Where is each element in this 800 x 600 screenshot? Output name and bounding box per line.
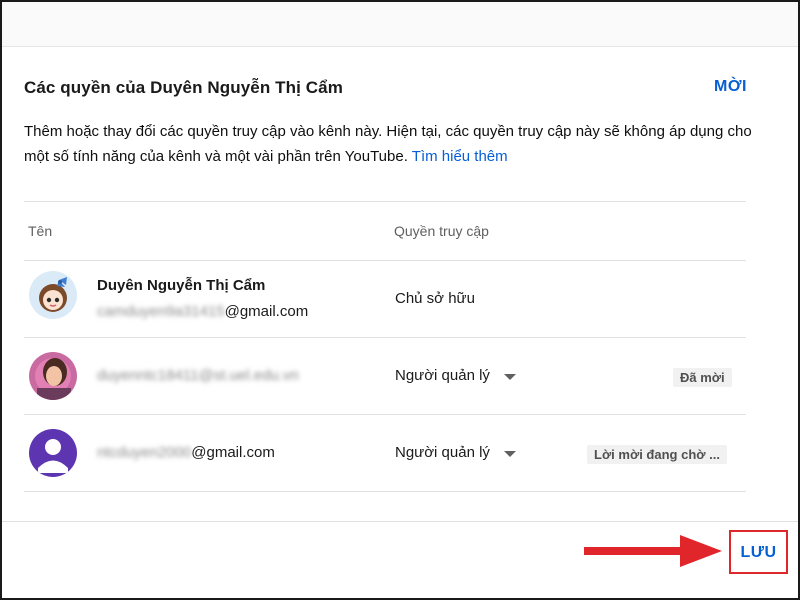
footer-divider	[2, 521, 798, 522]
learn-more-link[interactable]: Tìm hiểu thêm	[412, 148, 508, 165]
table-top-divider	[24, 201, 746, 202]
person-icon	[29, 429, 77, 477]
right-arrow-icon	[584, 535, 722, 567]
access-role-dropdown[interactable]: Người quản lý	[395, 367, 516, 384]
access-role-label: Người quản lý	[395, 367, 490, 384]
avatar	[29, 429, 77, 477]
access-role-dropdown[interactable]: Người quản lý	[395, 444, 516, 461]
row-divider	[24, 414, 746, 415]
row-divider	[24, 337, 746, 338]
member-name: Duyên Nguyễn Thị Cẩm	[97, 277, 266, 294]
status-badge: Đã mời	[673, 368, 732, 387]
dialog-title: Các quyền của Duyên Nguyễn Thị Cẩm	[24, 78, 343, 97]
description-text: Thêm hoặc thay đổi các quyền truy cập và…	[24, 123, 752, 165]
column-header-access: Quyền truy cập	[394, 223, 489, 239]
email-local-part: camduyen9a31415	[97, 303, 225, 320]
avatar	[29, 352, 77, 400]
email-local-part: duyenntc18411@st.uel.edu.vn	[97, 367, 299, 384]
caret-down-icon	[503, 450, 516, 457]
invite-button[interactable]: MỜI	[714, 78, 747, 96]
header-divider	[24, 260, 746, 261]
top-backdrop	[2, 2, 798, 47]
access-role-label: Người quản lý	[395, 444, 490, 461]
permissions-window: Các quyền của Duyên Nguyễn Thị Cẩm MỜI T…	[0, 0, 800, 600]
column-header-name: Tên	[28, 223, 53, 239]
table-bottom-divider	[24, 491, 746, 492]
photo-avatar-icon	[29, 352, 77, 400]
save-highlight-box: LƯU	[729, 530, 788, 574]
caret-down-icon	[503, 373, 516, 380]
access-role: Chủ sở hữu	[395, 290, 475, 307]
permissions-dialog: Các quyền của Duyên Nguyễn Thị Cẩm MỜI T…	[2, 47, 798, 598]
dialog-description: Thêm hoặc thay đổi các quyền truy cập và…	[24, 119, 764, 169]
save-button[interactable]: LƯU	[731, 544, 786, 562]
cartoon-avatar-icon	[29, 271, 77, 319]
status-badge: Lời mời đang chờ ...	[587, 445, 727, 464]
member-email: duyenntc18411@st.uel.edu.vn	[97, 367, 299, 384]
member-email: camduyen9a31415@gmail.com	[97, 303, 308, 320]
email-domain: @gmail.com	[224, 303, 309, 320]
member-email: ntcduyen2000@gmail.com	[97, 444, 275, 461]
email-local-part: ntcduyen2000	[97, 444, 192, 461]
avatar	[29, 271, 77, 319]
email-domain: @gmail.com	[191, 444, 275, 461]
